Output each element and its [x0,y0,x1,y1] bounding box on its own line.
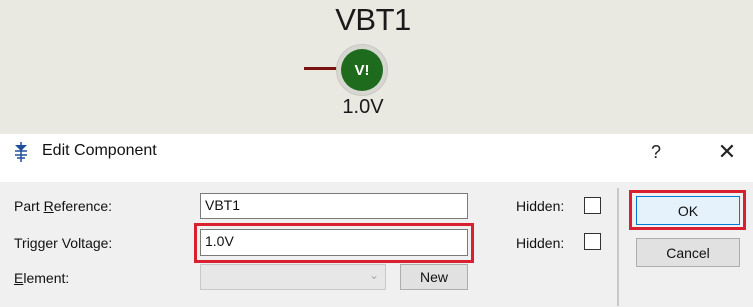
trigger-voltage-label: Trigger Voltage: [14,235,113,251]
close-button[interactable]: ✕ [712,138,742,166]
hidden-label-1: Hidden: [516,198,565,214]
hidden-checkbox-part-reference[interactable] [584,197,601,214]
chevron-down-icon: ⌄ [368,268,379,282]
hidden-label-2: Hidden: [516,235,565,251]
ok-button-highlight [629,190,746,230]
probe-value-label: 1.0V [342,96,384,118]
hidden-checkbox-trigger-voltage[interactable] [584,233,601,250]
schematic-canvas[interactable]: VBT1 V! 1.0V [0,0,753,134]
edit-component-dialog: Edit Component ? ✕ Part Reference: VBT1 … [0,134,753,307]
dialog-title: Edit Component [42,142,157,159]
trigger-voltage-highlight [194,223,474,263]
help-button[interactable]: ? [643,138,669,166]
probe-reference-label: VBT1 [335,2,411,37]
cancel-button[interactable]: Cancel [636,238,740,267]
part-reference-input[interactable]: VBT1 [200,193,468,219]
voltage-probe[interactable]: V! [336,44,388,96]
dialog-title-bar[interactable]: Edit Component ? ✕ [0,134,753,170]
probe-symbol: V! [341,49,383,91]
part-reference-label: Part Reference: [14,198,113,214]
element-label: Element: [14,270,70,286]
vertical-separator [617,188,619,306]
element-select[interactable]: ⌄ [200,264,386,290]
component-icon [12,142,30,162]
new-button[interactable]: New [400,264,468,290]
